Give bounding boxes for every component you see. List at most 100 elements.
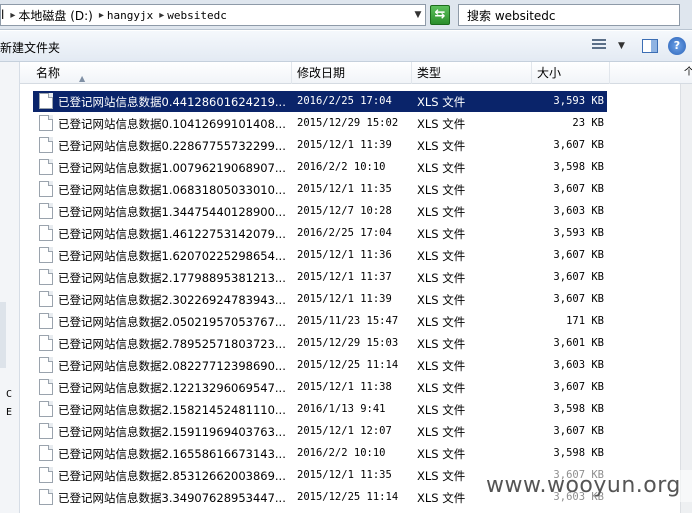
xls-file-icon (39, 489, 53, 505)
file-row[interactable]: 已登记网站信息数据0.44128601624219... 2016/2/25 17… (20, 90, 680, 112)
file-type: XLS 文件 (417, 337, 466, 351)
nav-item-drive-e[interactable]: E (6, 407, 12, 418)
file-name: 已登记网站信息数据1.46122753142079... (58, 227, 286, 241)
file-row[interactable]: 已登记网站信息数据2.15911969403763... 2015/12/1 12… (20, 420, 680, 442)
column-size[interactable]: 大小 (532, 62, 610, 84)
file-name: 已登记网站信息数据2.05021957053767... (58, 315, 286, 329)
file-name: 已登记网站信息数据0.44128601624219... (58, 95, 286, 109)
file-type: XLS 文件 (417, 95, 466, 109)
file-size: 3,598 KB (553, 447, 604, 459)
file-size: 3,601 KB (553, 337, 604, 349)
file-row[interactable]: 已登记网站信息数据1.34475440128900... 2015/12/7 10… (20, 200, 680, 222)
xls-file-icon (39, 203, 53, 219)
file-size: 3,593 KB (553, 95, 604, 107)
file-name: 已登记网站信息数据1.62070225298654... (58, 249, 286, 263)
view-options-dropdown-icon[interactable]: ▼ (618, 41, 625, 51)
file-type: XLS 文件 (417, 359, 466, 373)
file-row[interactable]: 已登记网站信息数据2.17798895381213... 2015/12/1 11… (20, 266, 680, 288)
file-name: 已登记网站信息数据2.12213296069547... (58, 381, 286, 395)
help-icon[interactable]: ? (668, 37, 686, 55)
file-list: 已登记网站信息数据0.44128601624219... 2016/2/25 17… (20, 90, 680, 508)
file-row[interactable]: 已登记网站信息数据1.62070225298654... 2015/12/1 11… (20, 244, 680, 266)
file-date-modified: 2015/12/25 11:14 (297, 491, 399, 503)
file-date-modified: 2015/12/1 11:36 (297, 249, 392, 261)
file-name: 已登记网站信息数据1.06831805033010... (58, 183, 286, 197)
column-type[interactable]: 类型 (412, 62, 532, 84)
address-history-dropdown-icon[interactable]: ▼ (410, 4, 426, 26)
file-size: 3,598 KB (553, 403, 604, 415)
file-type: XLS 文件 (417, 315, 466, 329)
file-type: XLS 文件 (417, 447, 466, 461)
breadcrumb-folder-websitedc[interactable]: websitedc (167, 9, 227, 22)
file-row[interactable]: 已登记网站信息数据2.15821452481110... 2016/1/13 9:… (20, 398, 680, 420)
file-row[interactable]: 已登记网站信息数据2.16558616673143... 2016/2/2 10:… (20, 442, 680, 464)
file-type: XLS 文件 (417, 469, 466, 483)
breadcrumb-folder-hangyjx[interactable]: hangyjx (107, 9, 153, 22)
file-row[interactable]: 已登记网站信息数据1.06831805033010... 2015/12/1 11… (20, 178, 680, 200)
breadcrumb-drive[interactable]: 本地磁盘 (D:) (18, 7, 92, 24)
file-name: 已登记网站信息数据1.00796219068907... (58, 161, 286, 175)
file-type: XLS 文件 (417, 271, 466, 285)
file-type: XLS 文件 (417, 183, 466, 197)
xls-file-icon (39, 137, 53, 153)
file-date-modified: 2016/2/2 10:10 (297, 161, 386, 173)
refresh-button[interactable]: ⇆ (430, 5, 450, 25)
nav-item-drive-c[interactable]: C (6, 389, 12, 400)
column-overflow[interactable]: 个 (684, 62, 692, 84)
navigation-pane[interactable]: C E (0, 62, 20, 513)
nav-pane-selection (0, 302, 6, 368)
breadcrumb-chevron-icon[interactable]: ▸ (10, 10, 15, 21)
file-size: 3,603 KB (553, 205, 604, 217)
file-type: XLS 文件 (417, 117, 466, 131)
address-bar[interactable]: l ▸ 本地磁盘 (D:) ▸ hangyjx ▸ websitedc (0, 4, 426, 26)
file-type: XLS 文件 (417, 425, 466, 439)
new-folder-button[interactable]: 新建文件夹 (0, 39, 60, 56)
file-type: XLS 文件 (417, 227, 466, 241)
xls-file-icon (39, 401, 53, 417)
file-date-modified: 2015/12/29 15:03 (297, 337, 399, 349)
xls-file-icon (39, 291, 53, 307)
file-row[interactable]: 已登记网站信息数据2.78952571803723... 2015/12/29 1… (20, 332, 680, 354)
file-size: 3,593 KB (553, 227, 604, 239)
vertical-scrollbar[interactable] (680, 84, 692, 513)
file-type: XLS 文件 (417, 205, 466, 219)
file-date-modified: 2016/1/13 9:41 (297, 403, 386, 415)
breadcrumb-chevron-icon[interactable]: ▸ (159, 10, 164, 21)
file-date-modified: 2015/12/1 11:38 (297, 381, 392, 393)
file-row[interactable]: 已登记网站信息数据0.10412699101408... 2015/12/29 1… (20, 112, 680, 134)
breadcrumb-chevron-icon[interactable]: ▸ (99, 10, 104, 21)
file-row[interactable]: 已登记网站信息数据1.00796219068907... 2016/2/2 10:… (20, 156, 680, 178)
file-name: 已登记网站信息数据2.78952571803723... (58, 337, 286, 351)
xls-file-icon (39, 225, 53, 241)
file-date-modified: 2016/2/25 17:04 (297, 227, 392, 239)
file-row[interactable]: 已登记网站信息数据2.30226924783943... 2015/12/1 11… (20, 288, 680, 310)
xls-file-icon (39, 445, 53, 461)
change-view-icon[interactable] (590, 39, 608, 53)
preview-pane-icon[interactable] (642, 39, 658, 53)
file-row[interactable]: 已登记网站信息数据0.22867755732299... 2015/12/1 11… (20, 134, 680, 156)
command-toolbar: 新建文件夹 ▼ ? (0, 31, 692, 62)
file-name: 已登记网站信息数据0.10412699101408... (58, 117, 286, 131)
file-name: 已登记网站信息数据2.15911969403763... (58, 425, 286, 439)
file-row[interactable]: 已登记网站信息数据1.46122753142079... 2016/2/25 17… (20, 222, 680, 244)
file-name: 已登记网站信息数据2.30226924783943... (58, 293, 286, 307)
file-row[interactable]: 已登记网站信息数据2.08227712398690... 2015/12/25 1… (20, 354, 680, 376)
file-row[interactable]: 已登记网站信息数据2.05021957053767... 2015/11/23 1… (20, 310, 680, 332)
column-name-label: 名称 (36, 66, 61, 80)
file-type: XLS 文件 (417, 161, 466, 175)
file-date-modified: 2015/12/1 11:39 (297, 293, 392, 305)
file-type: XLS 文件 (417, 381, 466, 395)
file-name: 已登记网站信息数据1.34475440128900... (58, 205, 286, 219)
search-input[interactable]: 搜索 websitedc (458, 4, 680, 26)
breadcrumb-root[interactable]: l (1, 8, 4, 22)
file-date-modified: 2015/12/1 11:39 (297, 139, 392, 151)
column-name[interactable]: 名称 ▲ (31, 62, 292, 84)
file-name: 已登记网站信息数据2.16558616673143... (58, 447, 286, 461)
file-size: 3,607 KB (553, 293, 604, 305)
column-date-modified[interactable]: 修改日期 (292, 62, 412, 84)
file-date-modified: 2015/12/1 11:37 (297, 271, 392, 283)
xls-file-icon (39, 379, 53, 395)
file-row[interactable]: 已登记网站信息数据2.12213296069547... 2015/12/1 11… (20, 376, 680, 398)
file-size: 3,607 KB (553, 183, 604, 195)
file-date-modified: 2016/2/25 17:04 (297, 95, 392, 107)
